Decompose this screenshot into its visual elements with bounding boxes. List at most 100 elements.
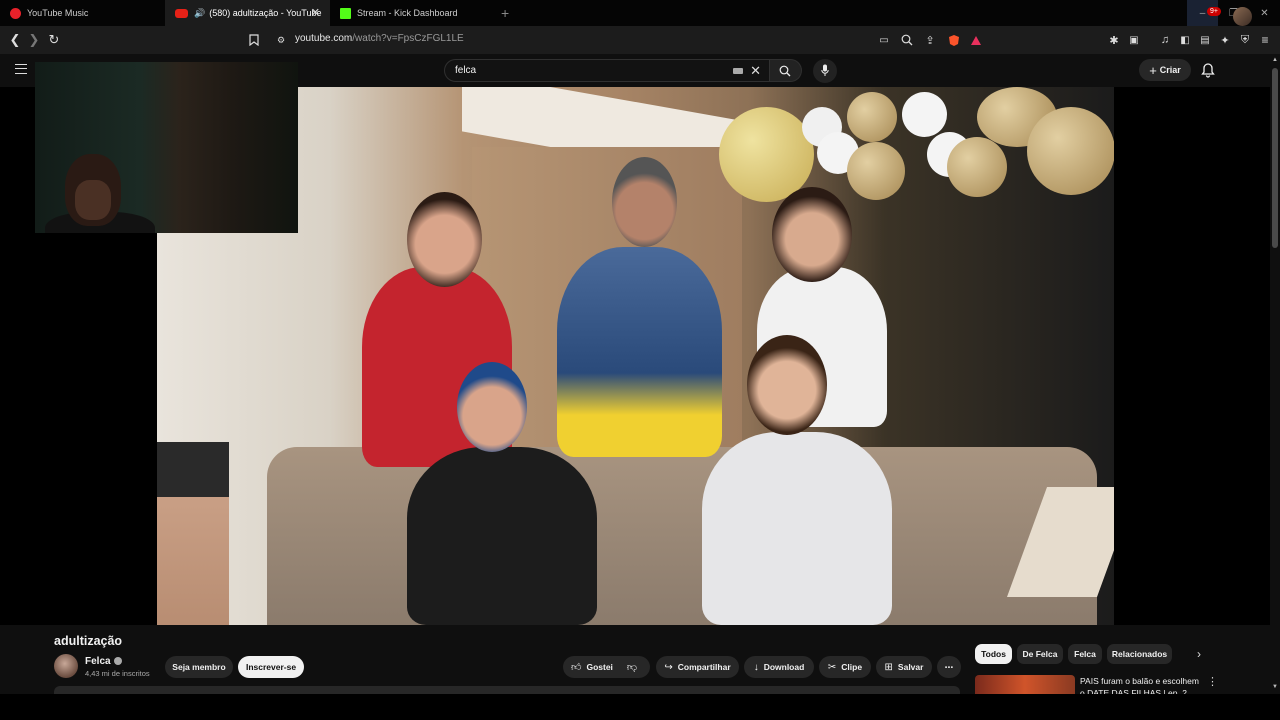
search-icon [779, 65, 791, 77]
like-label[interactable]: Gostei [586, 662, 612, 672]
notification-badge: 9+ [1207, 7, 1221, 16]
chip-related[interactable]: Relacionados [1107, 644, 1172, 664]
video-scene-sofa [267, 447, 1097, 625]
save-playlist-icon: ⊞ [884, 661, 893, 673]
video-scene-balloon [947, 137, 1007, 197]
forward-icon[interactable]: ❯ [26, 32, 42, 48]
youtube-icon [175, 8, 188, 18]
account-avatar[interactable] [1233, 7, 1252, 26]
sidebar-icon[interactable]: ◧ [1177, 32, 1193, 48]
subscribe-button[interactable]: Inscrever-se [238, 656, 304, 678]
create-button[interactable]: + Criar [1139, 59, 1191, 81]
more-actions-button[interactable]: ⋯ [937, 656, 961, 678]
video-details: adultização Felca 4,43 mi de inscritos S… [0, 625, 1270, 696]
video-scene-lantern [719, 107, 814, 202]
video-person-head [772, 187, 852, 282]
voice-search-button[interactable] [813, 59, 837, 83]
share-icon: ↪ [664, 661, 673, 673]
scroll-thumb[interactable] [1272, 68, 1278, 248]
media-icon[interactable]: ♫ [1157, 32, 1173, 48]
video-person-head [612, 157, 677, 247]
chevron-right-icon[interactable]: › [1197, 647, 1201, 661]
clear-search-icon[interactable]: ✕ [750, 63, 761, 79]
site-settings-icon[interactable]: ⚙ [273, 32, 289, 48]
url-host: youtube.com [295, 33, 353, 44]
close-icon[interactable]: ✕ [311, 6, 320, 19]
bottom-strip [0, 694, 1280, 720]
share-label: Compartilhar [677, 662, 731, 672]
video-scene-balloon [847, 92, 897, 142]
new-tab-button[interactable]: + [501, 5, 509, 21]
channel-name[interactable]: Felca [85, 656, 122, 667]
scroll-down-icon[interactable]: ▼ [1271, 684, 1279, 690]
zoom-icon[interactable] [899, 32, 915, 48]
tab-search-icon[interactable]: ▣ [1126, 32, 1142, 48]
webcam-overlay [35, 62, 298, 233]
browser-toolbar: ❮ ❯ ↻ ⚙ youtube.com/watch?v=FpsCzFGL1LE … [0, 26, 1280, 54]
back-icon[interactable]: ❮ [7, 32, 23, 48]
scroll-up-icon[interactable]: ▲ [1271, 57, 1279, 63]
brave-shield-icon[interactable] [946, 32, 962, 48]
video-person-head [457, 362, 527, 452]
video-scene-balloon [1027, 107, 1114, 195]
share-page-icon[interactable]: ⇪ [922, 32, 938, 48]
tab-label: Stream - Kick Dashboard [357, 8, 458, 18]
channel-avatar[interactable] [54, 654, 78, 678]
save-button[interactable]: ⊞ Salvar [876, 656, 932, 678]
download-label: Download [763, 662, 805, 672]
clip-label: Clipe [841, 662, 863, 672]
tab-youtube-video[interactable]: 🔊 (580) adultização - YouTube ✕ [165, 0, 330, 26]
tab-label: (580) adultização - YouTube [209, 8, 322, 18]
save-label: Salvar [897, 662, 924, 672]
chip-all[interactable]: Todos [975, 644, 1012, 664]
tab-youtube-music[interactable]: YouTube Music [0, 0, 165, 26]
video-person-hoodie [702, 432, 892, 625]
extensions-icon[interactable]: ✱ [1106, 32, 1122, 48]
leo-ai-icon[interactable]: ✦ [1217, 32, 1233, 48]
clip-button[interactable]: ✂ Clipe [819, 656, 871, 678]
search-input[interactable]: felca ✕ [444, 59, 770, 82]
video-scene-balloon [847, 142, 905, 200]
kebab-menu-icon[interactable]: ⋮ [1207, 675, 1218, 688]
video-title: adultização [54, 634, 123, 648]
bookmark-icon[interactable] [246, 32, 262, 48]
scissors-icon: ✂ [827, 661, 837, 673]
subscriber-count: 4,43 mi de inscritos [85, 669, 150, 678]
tab-kick-dashboard[interactable]: Stream - Kick Dashboard [330, 0, 495, 26]
keyboard-icon[interactable] [733, 68, 743, 74]
video-person-head [407, 192, 482, 287]
address-bar[interactable]: youtube.com/watch?v=FpsCzFGL1LE [295, 33, 464, 44]
webcam-person-face [75, 180, 111, 220]
browser-tab-strip: YouTube Music 🔊 (580) adultização - YouT… [0, 0, 1280, 26]
cast-icon[interactable]: ▭ [876, 32, 892, 48]
thumbs-up-icon[interactable]: 👍︎ [571, 661, 581, 673]
video-person-head [747, 335, 827, 435]
thumbs-down-icon[interactable]: 👎︎ [627, 661, 637, 673]
recommended-title[interactable]: PAIS furam o balão e escolhem o DATE DAS… [1080, 675, 1205, 694]
share-button[interactable]: ↪ Compartilhar [656, 656, 739, 678]
browser-menu-icon[interactable]: ≡ [1257, 32, 1273, 48]
video-frame[interactable] [157, 87, 1114, 625]
tab-label: YouTube Music [27, 8, 89, 18]
chip-felca[interactable]: Felca [1068, 644, 1102, 664]
vpn-icon[interactable]: ⛨ [1237, 32, 1253, 48]
close-window-button[interactable]: ✕ [1249, 0, 1280, 26]
chip-from-channel[interactable]: De Felca [1017, 644, 1063, 664]
notifications-bell-icon[interactable] [1200, 62, 1216, 78]
like-dislike-group: 👍︎ Gostei 👎︎ [563, 656, 650, 678]
reload-icon[interactable]: ↻ [46, 32, 62, 48]
video-scene-balloon [902, 92, 947, 137]
video-scene-cabinet [157, 442, 229, 625]
video-person-black-shirt [407, 447, 597, 625]
recommended-thumbnail[interactable] [975, 675, 1075, 694]
download-button[interactable]: ↓ Download [744, 656, 814, 678]
page-scrollbar[interactable]: ▲ ▼ [1270, 54, 1280, 694]
menu-icon[interactable] [15, 64, 27, 74]
download-icon: ↓ [753, 661, 759, 673]
speaker-icon[interactable]: 🔊 [194, 8, 205, 19]
join-button[interactable]: Seja membro [165, 656, 233, 678]
wallet-icon[interactable]: ▤ [1197, 32, 1213, 48]
url-path: /watch?v=FpsCzFGL1LE [352, 33, 464, 44]
search-button[interactable] [770, 59, 802, 82]
brave-rewards-icon[interactable] [968, 32, 984, 48]
